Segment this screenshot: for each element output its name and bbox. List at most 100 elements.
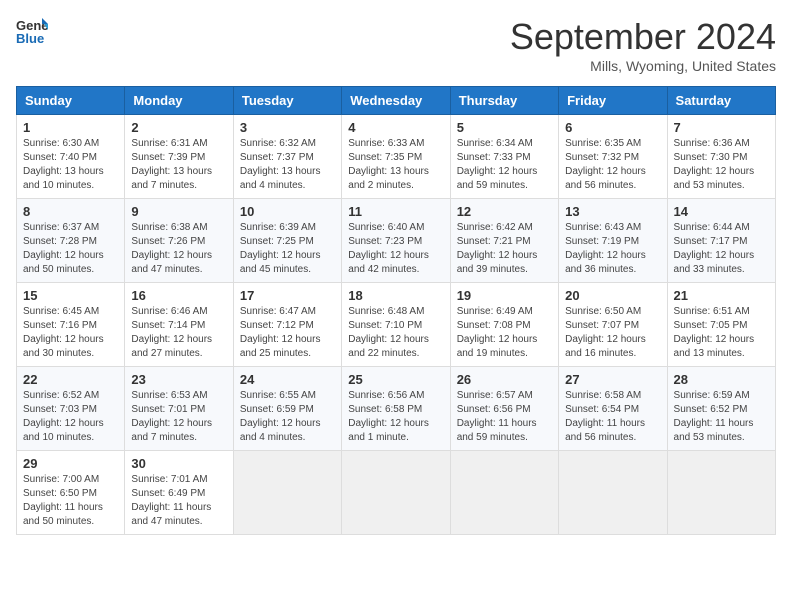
calendar-week-row: 29Sunrise: 7:00 AM Sunset: 6:50 PM Dayli… — [17, 451, 776, 535]
calendar-cell: 14Sunrise: 6:44 AM Sunset: 7:17 PM Dayli… — [667, 199, 775, 283]
calendar-cell: 20Sunrise: 6:50 AM Sunset: 7:07 PM Dayli… — [559, 283, 667, 367]
calendar-cell: 24 Sunrise: 6:55 AM Sunset: 6:59 PM Dayli… — [233, 367, 341, 451]
calendar-cell — [559, 451, 667, 535]
calendar-cell: 8 Sunrise: 6:37 AM Sunset: 7:28 PM Daylig… — [17, 199, 125, 283]
day-number: 4 — [348, 120, 443, 135]
day-info: Sunrise: 6:44 AM Sunset: 7:17 PM Dayligh… — [674, 221, 769, 277]
calendar-week-row: 15 Sunrise: 6:45 AM Sunset: 7:16 PM Dayli… — [17, 283, 776, 367]
calendar-cell — [233, 451, 341, 535]
day-info: Sunrise: 6:47 AM Sunset: 7:12 PM Dayligh… — [240, 305, 335, 361]
calendar-cell: 26 Sunrise: 6:57 AM Sunset: 6:56 PM Dayli… — [450, 367, 558, 451]
calendar-cell: 19 Sunrise: 6:49 AM Sunset: 7:08 PM Dayli… — [450, 283, 558, 367]
day-number: 18 — [348, 288, 443, 303]
calendar-week-row: 22 Sunrise: 6:52 AM Sunset: 7:03 PM Dayli… — [17, 367, 776, 451]
calendar-cell: 5 Sunrise: 6:34 AM Sunset: 7:33 PM Daylig… — [450, 115, 558, 199]
day-info: Sunrise: 6:46 AM Sunset: 7:14 PM Dayligh… — [131, 305, 226, 361]
calendar-cell: 4 Sunrise: 6:33 AM Sunset: 7:35 PM Daylig… — [342, 115, 450, 199]
day-info: Sunrise: 6:50 AM Sunset: 7:07 PM Dayligh… — [565, 305, 660, 361]
day-number: 25 — [348, 372, 443, 387]
day-info: Sunrise: 6:51 AM Sunset: 7:05 PM Dayligh… — [674, 305, 769, 361]
page-header: General Blue September 2024 Mills, Wyomi… — [16, 16, 776, 74]
calendar-cell — [450, 451, 558, 535]
svg-text:Blue: Blue — [16, 31, 44, 44]
day-info: Sunrise: 6:58 AM Sunset: 6:54 PM Dayligh… — [565, 389, 660, 445]
day-number: 7 — [674, 120, 769, 135]
day-info: Sunrise: 6:53 AM Sunset: 7:01 PM Dayligh… — [131, 389, 226, 445]
day-number: 16 — [131, 288, 226, 303]
weekday-header-monday: Monday — [125, 87, 233, 115]
calendar-cell: 9 Sunrise: 6:38 AM Sunset: 7:26 PM Daylig… — [125, 199, 233, 283]
calendar-cell: 22 Sunrise: 6:52 AM Sunset: 7:03 PM Dayli… — [17, 367, 125, 451]
day-number: 2 — [131, 120, 226, 135]
day-info: Sunrise: 6:57 AM Sunset: 6:56 PM Dayligh… — [457, 389, 552, 445]
month-title: September 2024 — [510, 16, 776, 58]
day-number: 17 — [240, 288, 335, 303]
day-info: Sunrise: 6:37 AM Sunset: 7:28 PM Dayligh… — [23, 221, 118, 277]
weekday-header-friday: Friday — [559, 87, 667, 115]
day-info: Sunrise: 6:38 AM Sunset: 7:26 PM Dayligh… — [131, 221, 226, 277]
day-info: Sunrise: 6:43 AM Sunset: 7:19 PM Dayligh… — [565, 221, 660, 277]
day-number: 28 — [674, 372, 769, 387]
day-number: 19 — [457, 288, 552, 303]
calendar-cell: 18 Sunrise: 6:48 AM Sunset: 7:10 PM Dayli… — [342, 283, 450, 367]
calendar-cell: 15 Sunrise: 6:45 AM Sunset: 7:16 PM Dayli… — [17, 283, 125, 367]
day-number: 15 — [23, 288, 118, 303]
day-info: Sunrise: 6:55 AM Sunset: 6:59 PM Dayligh… — [240, 389, 335, 445]
calendar-cell: 12 Sunrise: 6:42 AM Sunset: 7:21 PM Dayli… — [450, 199, 558, 283]
day-number: 10 — [240, 204, 335, 219]
day-info: Sunrise: 6:45 AM Sunset: 7:16 PM Dayligh… — [23, 305, 118, 361]
calendar-cell: 17 Sunrise: 6:47 AM Sunset: 7:12 PM Dayli… — [233, 283, 341, 367]
calendar-cell: 29Sunrise: 7:00 AM Sunset: 6:50 PM Dayli… — [17, 451, 125, 535]
day-number: 6 — [565, 120, 660, 135]
calendar-cell: 27Sunrise: 6:58 AM Sunset: 6:54 PM Dayli… — [559, 367, 667, 451]
day-number: 22 — [23, 372, 118, 387]
day-number: 11 — [348, 204, 443, 219]
day-info: Sunrise: 6:33 AM Sunset: 7:35 PM Dayligh… — [348, 137, 443, 193]
calendar-cell — [342, 451, 450, 535]
day-number: 9 — [131, 204, 226, 219]
weekday-header-saturday: Saturday — [667, 87, 775, 115]
calendar-cell: 6 Sunrise: 6:35 AM Sunset: 7:32 PM Daylig… — [559, 115, 667, 199]
day-number: 26 — [457, 372, 552, 387]
day-info: Sunrise: 7:01 AM Sunset: 6:49 PM Dayligh… — [131, 473, 226, 529]
day-info: Sunrise: 6:48 AM Sunset: 7:10 PM Dayligh… — [348, 305, 443, 361]
day-number: 1 — [23, 120, 118, 135]
day-info: Sunrise: 6:59 AM Sunset: 6:52 PM Dayligh… — [674, 389, 769, 445]
calendar-cell: 11Sunrise: 6:40 AM Sunset: 7:23 PM Dayli… — [342, 199, 450, 283]
day-info: Sunrise: 6:39 AM Sunset: 7:25 PM Dayligh… — [240, 221, 335, 277]
weekday-header-row: SundayMondayTuesdayWednesdayThursdayFrid… — [17, 87, 776, 115]
day-number: 24 — [240, 372, 335, 387]
calendar-week-row: 1 Sunrise: 6:30 AM Sunset: 7:40 PM Daylig… — [17, 115, 776, 199]
calendar-cell: 23 Sunrise: 6:53 AM Sunset: 7:01 PM Dayli… — [125, 367, 233, 451]
calendar-cell — [667, 451, 775, 535]
day-number: 21 — [674, 288, 769, 303]
location: Mills, Wyoming, United States — [510, 58, 776, 74]
weekday-header-sunday: Sunday — [17, 87, 125, 115]
day-info: Sunrise: 6:36 AM Sunset: 7:30 PM Dayligh… — [674, 137, 769, 193]
calendar-cell: 7 Sunrise: 6:36 AM Sunset: 7:30 PM Daylig… — [667, 115, 775, 199]
day-info: Sunrise: 7:00 AM Sunset: 6:50 PM Dayligh… — [23, 473, 118, 529]
day-info: Sunrise: 6:31 AM Sunset: 7:39 PM Dayligh… — [131, 137, 226, 193]
calendar-table: SundayMondayTuesdayWednesdayThursdayFrid… — [16, 86, 776, 535]
day-info: Sunrise: 6:32 AM Sunset: 7:37 PM Dayligh… — [240, 137, 335, 193]
calendar-cell: 2 Sunrise: 6:31 AM Sunset: 7:39 PM Daylig… — [125, 115, 233, 199]
day-number: 3 — [240, 120, 335, 135]
day-info: Sunrise: 6:52 AM Sunset: 7:03 PM Dayligh… — [23, 389, 118, 445]
day-info: Sunrise: 6:30 AM Sunset: 7:40 PM Dayligh… — [23, 137, 118, 193]
logo: General Blue — [16, 16, 48, 44]
day-info: Sunrise: 6:34 AM Sunset: 7:33 PM Dayligh… — [457, 137, 552, 193]
calendar-cell: 16 Sunrise: 6:46 AM Sunset: 7:14 PM Dayli… — [125, 283, 233, 367]
day-number: 12 — [457, 204, 552, 219]
title-block: September 2024 Mills, Wyoming, United St… — [510, 16, 776, 74]
weekday-header-thursday: Thursday — [450, 87, 558, 115]
logo-icon: General Blue — [16, 16, 48, 44]
day-info: Sunrise: 6:49 AM Sunset: 7:08 PM Dayligh… — [457, 305, 552, 361]
calendar-cell: 10 Sunrise: 6:39 AM Sunset: 7:25 PM Dayli… — [233, 199, 341, 283]
day-number: 5 — [457, 120, 552, 135]
day-number: 8 — [23, 204, 118, 219]
day-number: 23 — [131, 372, 226, 387]
day-info: Sunrise: 6:42 AM Sunset: 7:21 PM Dayligh… — [457, 221, 552, 277]
day-number: 30 — [131, 456, 226, 471]
day-info: Sunrise: 6:35 AM Sunset: 7:32 PM Dayligh… — [565, 137, 660, 193]
weekday-header-wednesday: Wednesday — [342, 87, 450, 115]
